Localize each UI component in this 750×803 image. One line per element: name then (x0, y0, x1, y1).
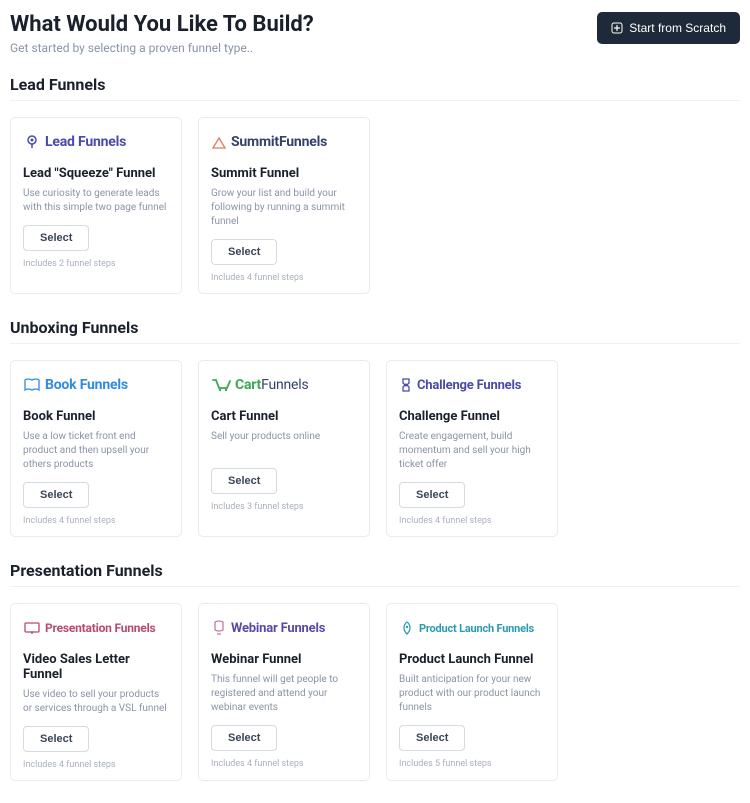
logo-lead-funnels: Lead Funnels (23, 130, 169, 154)
card-product-launch: Product Launch Funnels Product Launch Fu… (386, 603, 558, 781)
card-meta: Includes 4 funnel steps (211, 759, 357, 769)
card-webinar: Webinar Funnels Webinar Funnel This funn… (198, 603, 370, 781)
page-header: What Would You Like To Build? Get starte… (10, 12, 740, 55)
logo-text: SummitFunnels (231, 134, 327, 150)
card-description: Sell your products online (211, 430, 357, 458)
start-from-scratch-label: Start from Scratch (629, 21, 726, 35)
card-description: Use curiosity to generate leads with thi… (23, 187, 169, 215)
plus-icon (611, 22, 623, 34)
card-meta: Includes 2 funnel steps (23, 259, 169, 269)
card-title: Book Funnel (23, 409, 169, 424)
card-description: Grow your list and build your following … (211, 187, 357, 229)
section-title-presentation: Presentation Funnels (10, 561, 740, 580)
card-description: Built anticipation for your new product … (399, 673, 545, 715)
card-lead-squeeze: Lead Funnels Lead "Squeeze" Funnel Use c… (10, 117, 182, 294)
section-title-unboxing: Unboxing Funnels (10, 318, 740, 337)
card-meta: Includes 4 funnel steps (23, 516, 169, 526)
card-vsl: Presentation Funnels Video Sales Letter … (10, 603, 182, 781)
card-summit: SummitFunnels Summit Funnel Grow your li… (198, 117, 370, 294)
lead-funnels-row: Lead Funnels Lead "Squeeze" Funnel Use c… (10, 117, 740, 294)
unboxing-funnels-row: Book Funnels Book Funnel Use a low ticke… (10, 360, 740, 537)
logo-text: Webinar Funnels (231, 621, 325, 636)
logo-book-funnels: Book Funnels (23, 373, 169, 397)
card-title: Product Launch Funnel (399, 652, 545, 667)
card-title: Cart Funnel (211, 409, 357, 424)
divider (10, 100, 740, 101)
select-button[interactable]: Select (23, 726, 89, 752)
divider (10, 586, 740, 587)
logo-cart-funnels: CartFunnels (211, 373, 357, 397)
card-title: Lead "Squeeze" Funnel (23, 166, 169, 181)
logo-summit-funnels: SummitFunnels (211, 130, 357, 154)
logo-product-launch-funnels: Product Launch Funnels (399, 616, 545, 640)
select-button[interactable]: Select (23, 225, 89, 251)
logo-text: Presentation Funnels (45, 621, 156, 635)
card-meta: Includes 4 funnel steps (399, 516, 545, 526)
header-text-group: What Would You Like To Build? Get starte… (10, 12, 314, 55)
select-button[interactable]: Select (211, 725, 277, 751)
card-book: Book Funnels Book Funnel Use a low ticke… (10, 360, 182, 537)
logo-presentation-funnels: Presentation Funnels (23, 616, 169, 640)
card-description: Use video to sell your products or servi… (23, 688, 169, 716)
card-meta: Includes 5 funnel steps (399, 759, 545, 769)
start-from-scratch-button[interactable]: Start from Scratch (597, 12, 740, 44)
logo-webinar-funnels: Webinar Funnels (211, 616, 357, 640)
card-title: Summit Funnel (211, 166, 357, 181)
select-button[interactable]: Select (211, 468, 277, 494)
select-button[interactable]: Select (399, 725, 465, 751)
logo-text: Challenge Funnels (417, 378, 521, 393)
select-button[interactable]: Select (23, 482, 89, 508)
card-meta: Includes 4 funnel steps (211, 273, 357, 283)
logo-text: Lead Funnels (45, 134, 126, 150)
card-description: Use a low ticket front end product and t… (23, 430, 169, 472)
card-title: Webinar Funnel (211, 652, 357, 667)
card-title: Challenge Funnel (399, 409, 545, 424)
card-title: Video Sales Letter Funnel (23, 652, 169, 682)
presentation-funnels-row: Presentation Funnels Video Sales Letter … (10, 603, 740, 781)
card-meta: Includes 4 funnel steps (23, 760, 169, 770)
logo-text: CartFunnels (235, 377, 309, 393)
divider (10, 343, 740, 344)
card-description: This funnel will get people to registere… (211, 673, 357, 715)
logo-text: Product Launch Funnels (419, 622, 534, 635)
card-description: Create engagement, build momentum and se… (399, 430, 545, 472)
card-challenge: Challenge Funnels Challenge Funnel Creat… (386, 360, 558, 537)
logo-text: Book Funnels (45, 377, 128, 393)
section-title-lead: Lead Funnels (10, 75, 740, 94)
select-button[interactable]: Select (399, 482, 465, 508)
page-subtitle: Get started by selecting a proven funnel… (10, 41, 314, 55)
page-title: What Would You Like To Build? (10, 12, 314, 37)
logo-challenge-funnels: Challenge Funnels (399, 373, 545, 397)
card-meta: Includes 3 funnel steps (211, 502, 357, 512)
select-button[interactable]: Select (211, 239, 277, 265)
card-cart: CartFunnels Cart Funnel Sell your produc… (198, 360, 370, 537)
